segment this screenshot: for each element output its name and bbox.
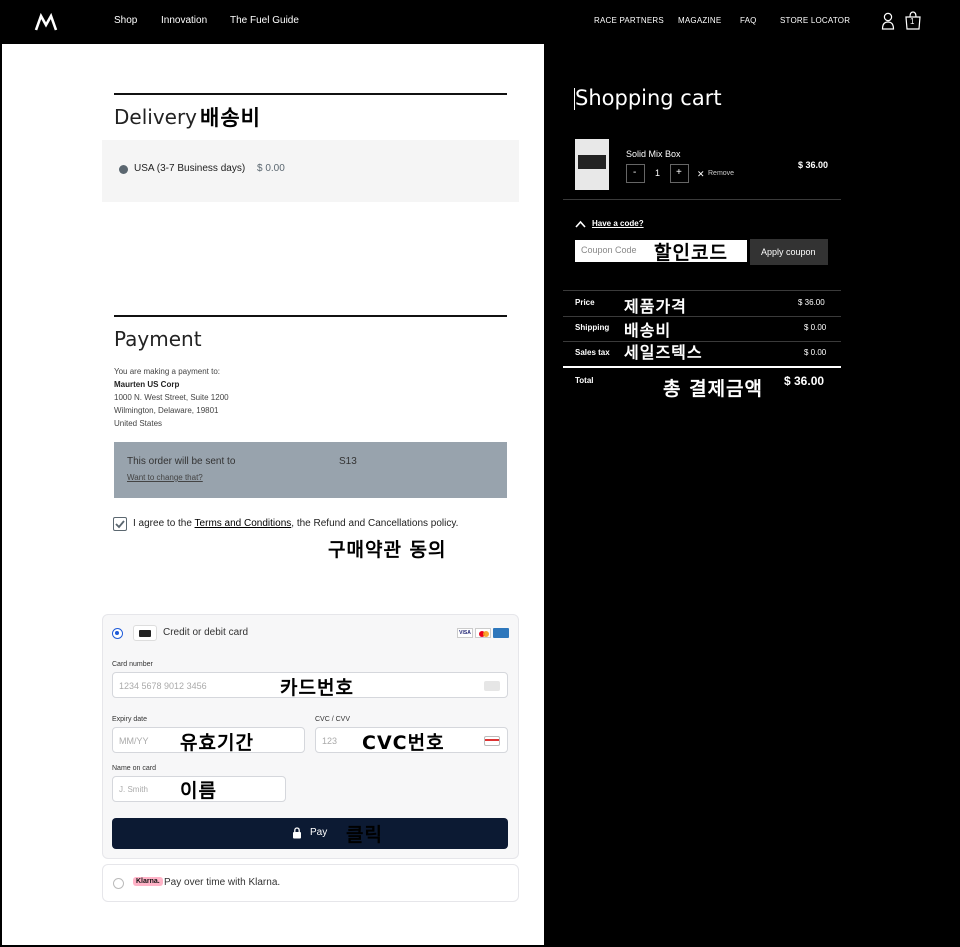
check-icon <box>115 520 125 529</box>
visa-icon: VISA <box>457 628 473 638</box>
pay-button[interactable]: Pay <box>112 818 508 849</box>
price-label: Price <box>575 298 595 307</box>
sent-to-label: This order will be sent to <box>127 456 236 467</box>
nav-race-partners[interactable]: RACE PARTNERS <box>594 16 664 25</box>
shipping-radio[interactable] <box>119 165 128 174</box>
total-label: Total <box>575 376 594 385</box>
card-method-label: Credit or debit card <box>163 627 249 638</box>
shipping-annotation: 배송비 <box>624 321 672 340</box>
nav-faq[interactable]: FAQ <box>740 16 757 25</box>
terms-link[interactable]: Terms and Conditions <box>195 518 292 529</box>
payment-title: Payment <box>114 327 202 351</box>
payee-info: You are making a payment to: Maurten US … <box>114 365 229 430</box>
summary-divider-1 <box>563 316 841 317</box>
remove-link[interactable]: Remove <box>708 170 734 177</box>
mastercard-icon <box>475 628 491 638</box>
qty-plus-button[interactable]: + <box>670 164 689 183</box>
shipping-option[interactable]: USA (3-7 Business days) $ 0.00 <box>102 140 519 202</box>
cvc-annotation: CVC번호 <box>362 732 445 754</box>
tax-annotation: 세일즈텍스 <box>624 343 703 362</box>
name-placeholder: J. Smith <box>119 785 148 794</box>
tax-label: Sales tax <box>575 348 610 357</box>
sent-to-box: This order will be sent to S13 Want to c… <box>114 442 507 498</box>
nav-store-locator[interactable]: STORE LOCATOR <box>780 16 850 25</box>
cvc-card-icon <box>484 736 500 746</box>
cvc-placeholder: 123 <box>322 736 338 746</box>
klarna-option[interactable]: Klarna. Pay over time with Klarna. <box>102 864 519 902</box>
shipping-label: Shipping <box>575 323 610 332</box>
name-annotation: 이름 <box>180 780 217 802</box>
price-value: $ 36.00 <box>798 298 825 307</box>
total-value: $ 36.00 <box>784 374 825 388</box>
klarna-radio[interactable] <box>113 878 124 889</box>
card-number-annotation: 카드번호 <box>280 677 354 699</box>
account-icon[interactable] <box>881 12 895 30</box>
price-annotation: 제품가격 <box>624 297 687 316</box>
qty-value[interactable]: 1 <box>655 168 660 178</box>
cart-count: 1 <box>910 17 915 26</box>
maurten-logo[interactable] <box>34 12 58 32</box>
summary-divider-total <box>563 366 841 368</box>
sent-to-value: S13 <box>339 456 357 467</box>
delivery-annotation: 배송비 <box>200 106 261 130</box>
card-number-label: Card number <box>112 661 153 668</box>
payee-company: Maurten US Corp <box>114 380 180 389</box>
card-radio[interactable] <box>112 628 123 639</box>
total-annotation: 총 결제금액 <box>663 378 764 400</box>
nav-magazine[interactable]: MAGAZINE <box>678 16 721 25</box>
cart-icon[interactable]: 1 <box>904 11 922 30</box>
site-header: Shop Innovation The Fuel Guide RACE PART… <box>0 0 960 44</box>
terms-text: I agree to the Terms and Conditions, the… <box>133 518 458 529</box>
terms-annotation: 구매약관 동의 <box>328 539 447 561</box>
shipping-option-label: USA (3-7 Business days) <box>134 163 246 174</box>
nav-innovation[interactable]: Innovation <box>161 15 207 26</box>
nav-fuel-guide[interactable]: The Fuel Guide <box>230 15 299 26</box>
delivery-title: Delivery <box>114 105 198 129</box>
nav-shop[interactable]: Shop <box>114 15 137 26</box>
cart-item-name[interactable]: Solid Mix Box <box>626 149 681 159</box>
cart-divider <box>563 199 841 200</box>
expiry-label: Expiry date <box>112 716 148 723</box>
apply-coupon-label: Apply coupon <box>761 247 816 257</box>
have-code-toggle[interactable]: Have a code? <box>592 219 644 228</box>
cart-title: Shopping cart <box>575 86 722 110</box>
terms-suffix: , the Refund and Cancellations policy. <box>291 518 459 529</box>
expiry-placeholder: MM/YY <box>119 736 149 746</box>
coupon-placeholder: Coupon Code <box>581 245 637 255</box>
name-label: Name on card <box>112 765 156 772</box>
lock-icon <box>293 827 301 839</box>
klarna-logo: Klarna. <box>133 877 163 886</box>
card-number-placeholder: 1234 5678 9012 3456 <box>119 681 207 691</box>
tax-value: $ 0.00 <box>804 348 827 357</box>
terms-prefix: I agree to the <box>133 518 192 529</box>
expiry-annotation: 유효기간 <box>180 732 254 754</box>
pay-button-label: Pay <box>310 827 328 838</box>
shipping-option-price: $ 0.00 <box>257 163 285 174</box>
coupon-annotation: 할인코드 <box>654 242 728 264</box>
chevron-up-icon[interactable] <box>575 220 586 228</box>
terms-checkbox[interactable] <box>113 517 127 531</box>
delivery-divider <box>114 93 507 95</box>
klarna-label: Pay over time with Klarna. <box>164 877 281 888</box>
amex-icon <box>493 628 509 638</box>
summary-divider-top <box>563 290 841 291</box>
change-address-link[interactable]: Want to change that? <box>127 473 203 482</box>
product-thumbnail[interactable] <box>575 139 609 190</box>
payee-country: United States <box>114 419 163 428</box>
payee-address2: Wilmington, Delaware, 19801 <box>114 406 219 415</box>
apply-coupon-button[interactable]: Apply coupon <box>750 239 828 265</box>
cvc-label: CVC / CVV <box>315 716 351 723</box>
cart-item-price: $ 36.00 <box>798 160 829 170</box>
card-icon <box>133 625 157 641</box>
qty-minus-button[interactable]: - <box>626 164 645 183</box>
card-number-icon <box>484 681 500 691</box>
shipping-value: $ 0.00 <box>804 323 827 332</box>
pay-annotation: 클릭 <box>346 824 383 846</box>
payment-divider <box>114 315 507 317</box>
payee-intro: You are making a payment to: <box>114 367 220 376</box>
payee-address1: 1000 N. West Street, Suite 1200 <box>114 393 229 402</box>
remove-icon[interactable]: ✕ <box>697 169 705 180</box>
